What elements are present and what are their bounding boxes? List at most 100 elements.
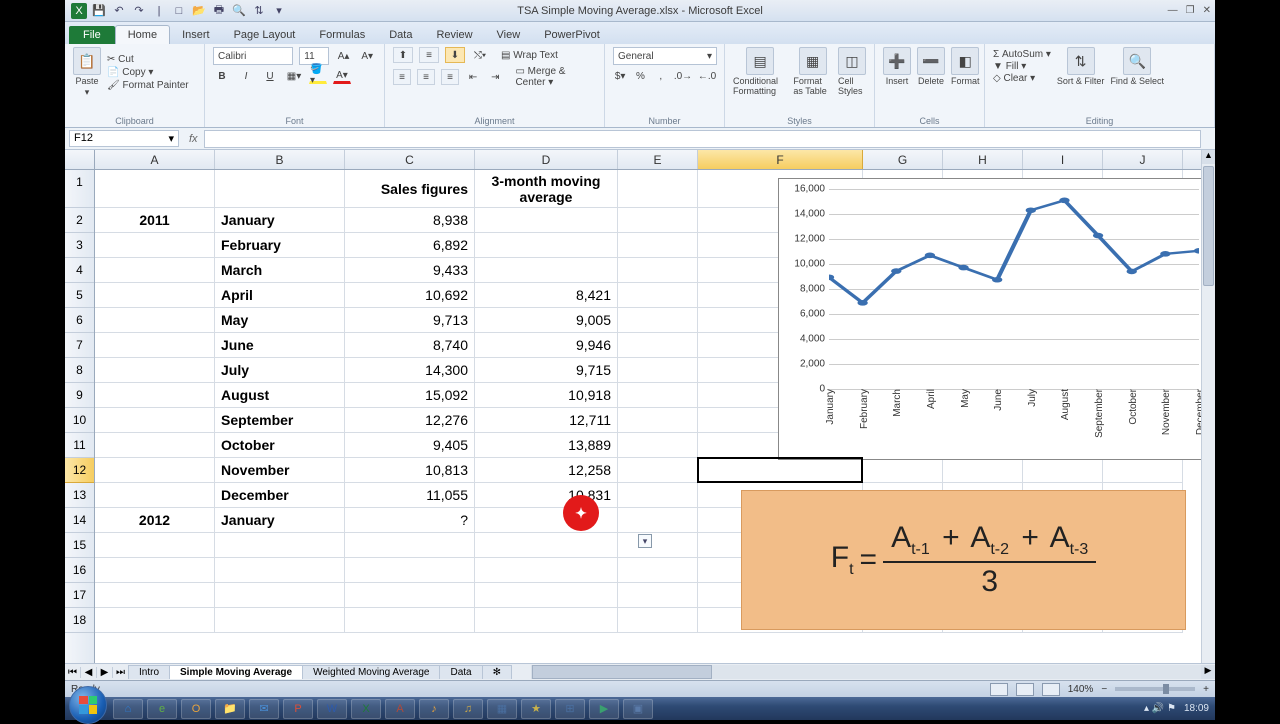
bold-button[interactable]: B	[213, 68, 231, 84]
cell-D7[interactable]: 9,946	[475, 333, 618, 358]
cell-C16[interactable]	[345, 558, 475, 583]
merge-center-button[interactable]: ▭ Merge & Center ▾	[515, 66, 596, 88]
fill-color-button[interactable]: 🪣▾	[309, 68, 327, 84]
cell-C7[interactable]: 8,740	[345, 333, 475, 358]
cell-C13[interactable]: 11,055	[345, 483, 475, 508]
cell-B3[interactable]: February	[215, 233, 345, 258]
cell-C12[interactable]: 10,813	[345, 458, 475, 483]
embedded-line-chart[interactable]: 02,0004,0006,0008,00010,00012,00014,0001…	[778, 178, 1210, 460]
select-all-corner[interactable]	[65, 150, 95, 169]
cell-B16[interactable]	[215, 558, 345, 583]
cell-B2[interactable]: January	[215, 208, 345, 233]
cell-E7[interactable]	[618, 333, 698, 358]
column-header-B[interactable]: B	[215, 150, 345, 169]
tab-view[interactable]: View	[485, 26, 533, 44]
zoom-slider[interactable]	[1115, 687, 1195, 691]
row-header-15[interactable]: 15	[65, 533, 94, 558]
taskbar-app-0[interactable]: ⌂	[113, 699, 143, 719]
cell-D10[interactable]: 12,711	[475, 408, 618, 433]
tab-powerpivot[interactable]: PowerPivot	[532, 26, 612, 44]
zoom-level[interactable]: 140%	[1068, 684, 1094, 695]
tray-icons[interactable]: ▴ 🔊 ⚑	[1144, 703, 1176, 714]
row-header-10[interactable]: 10	[65, 408, 94, 433]
cell-E12[interactable]	[618, 458, 698, 483]
cell-E4[interactable]	[618, 258, 698, 283]
cell-A18[interactable]	[95, 608, 215, 633]
row-header-11[interactable]: 11	[65, 433, 94, 458]
taskbar-app-8[interactable]: A	[385, 699, 415, 719]
cell-B10[interactable]: September	[215, 408, 345, 433]
cell-E5[interactable]	[618, 283, 698, 308]
cell-A7[interactable]	[95, 333, 215, 358]
cell-D2[interactable]	[475, 208, 618, 233]
cell-B18[interactable]	[215, 608, 345, 633]
tab-data[interactable]: Data	[377, 26, 424, 44]
cell-C10[interactable]: 12,276	[345, 408, 475, 433]
border-button[interactable]: ▦▾	[285, 68, 303, 84]
column-header-G[interactable]: G	[863, 150, 943, 169]
clear-button[interactable]: ◇ Clear ▾	[993, 73, 1051, 84]
taskbar-app-11[interactable]: ▦	[487, 699, 517, 719]
column-header-A[interactable]: A	[95, 150, 215, 169]
taskbar-app-10[interactable]: ♫	[453, 699, 483, 719]
restore-icon[interactable]: ❐	[1186, 5, 1195, 16]
cell-B11[interactable]: October	[215, 433, 345, 458]
taskbar-app-15[interactable]: ▣	[623, 699, 653, 719]
cell-E6[interactable]	[618, 308, 698, 333]
sheet-tab-weighted-moving-average[interactable]: Weighted Moving Average	[302, 665, 440, 679]
cell-E16[interactable]	[618, 558, 698, 583]
cell-E17[interactable]	[618, 583, 698, 608]
cell-E15[interactable]	[618, 533, 698, 558]
column-header-J[interactable]: J	[1103, 150, 1183, 169]
redo-icon[interactable]: ↷	[131, 3, 147, 19]
cell-C14[interactable]: ?	[345, 508, 475, 533]
page-layout-view-icon[interactable]	[1016, 683, 1034, 696]
cell-B8[interactable]: July	[215, 358, 345, 383]
format-cells-button[interactable]: ◧Format	[951, 47, 980, 86]
cell-E1[interactable]	[618, 170, 698, 208]
save-icon[interactable]: 💾	[91, 3, 107, 19]
paste-button[interactable]: 📋Paste▾	[73, 47, 101, 98]
cell-A9[interactable]	[95, 383, 215, 408]
align-center-icon[interactable]: ≡	[417, 69, 435, 85]
zoom-in-icon[interactable]: +	[1203, 684, 1209, 695]
cell-B15[interactable]	[215, 533, 345, 558]
row-header-6[interactable]: 6	[65, 308, 94, 333]
preview-icon[interactable]: 🔍	[231, 3, 247, 19]
cell-E14[interactable]	[618, 508, 698, 533]
row-header-13[interactable]: 13	[65, 483, 94, 508]
file-tab[interactable]: File	[69, 26, 115, 44]
taskbar-app-14[interactable]: ▶	[589, 699, 619, 719]
row-header-2[interactable]: 2	[65, 208, 94, 233]
cell-D11[interactable]: 13,889	[475, 433, 618, 458]
row-header-17[interactable]: 17	[65, 583, 94, 608]
cell-C1[interactable]: Sales figures	[345, 170, 475, 208]
insert-cells-button[interactable]: ➕Insert	[883, 47, 911, 86]
cell-A13[interactable]	[95, 483, 215, 508]
cell-C9[interactable]: 15,092	[345, 383, 475, 408]
fx-icon[interactable]: fx	[183, 133, 204, 145]
column-header-I[interactable]: I	[1023, 150, 1103, 169]
row-header-12[interactable]: 12	[65, 458, 94, 483]
font-name-select[interactable]: Calibri	[213, 47, 293, 65]
conditional-formatting-button[interactable]: ▤Conditional Formatting	[733, 47, 787, 96]
cell-D16[interactable]	[475, 558, 618, 583]
undo-icon[interactable]: ↶	[111, 3, 127, 19]
cell-A2[interactable]: 2011	[95, 208, 215, 233]
row-header-9[interactable]: 9	[65, 383, 94, 408]
align-left-icon[interactable]: ≡	[393, 69, 411, 85]
tab-home[interactable]: Home	[115, 25, 170, 44]
indent-dec-icon[interactable]: ⇤	[465, 69, 481, 85]
find-select-button[interactable]: 🔍Find & Select	[1110, 47, 1164, 86]
cell-D1[interactable]: 3-month moving average	[475, 170, 618, 208]
sheet-tab-intro[interactable]: Intro	[128, 665, 170, 679]
cell-A14[interactable]: 2012	[95, 508, 215, 533]
sort-icon[interactable]: ⇅	[251, 3, 267, 19]
taskbar-app-4[interactable]: ✉	[249, 699, 279, 719]
row-header-4[interactable]: 4	[65, 258, 94, 283]
taskbar-app-12[interactable]: ★	[521, 699, 551, 719]
cell-E2[interactable]	[618, 208, 698, 233]
cell-C6[interactable]: 9,713	[345, 308, 475, 333]
cell-A3[interactable]	[95, 233, 215, 258]
shrink-font-icon[interactable]: A▾	[358, 48, 376, 64]
